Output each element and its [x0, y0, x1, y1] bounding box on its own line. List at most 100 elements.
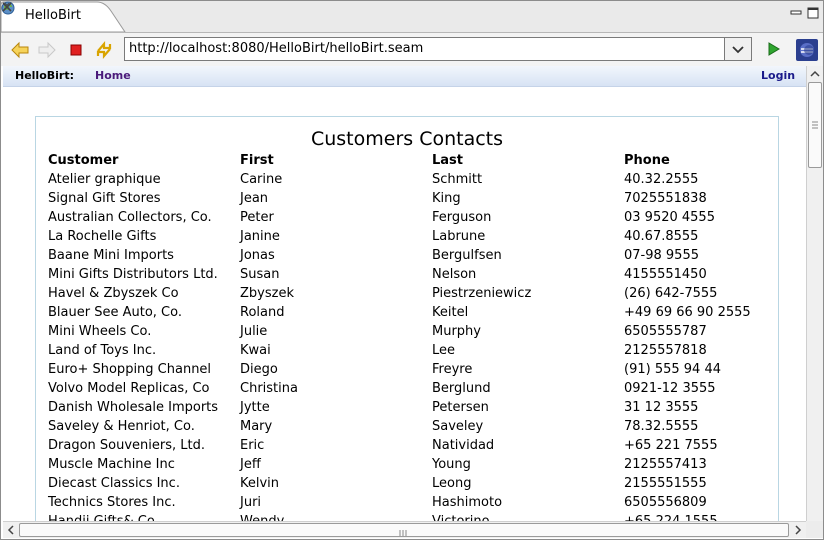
close-icon[interactable]: [1, 1, 13, 13]
scroll-left-icon[interactable]: [4, 523, 18, 537]
table-cell: (91) 555 94 44: [624, 362, 721, 377]
vertical-scroll-thumb[interactable]: [808, 82, 822, 168]
table-cell: Lee: [432, 343, 456, 358]
table-cell: +65 224 1555: [624, 514, 718, 521]
column-header: Last: [432, 153, 464, 168]
tab-hellobirt[interactable]: HelloBirt: [1, 1, 131, 32]
column-header: Phone: [624, 153, 670, 168]
tab-title: HelloBirt: [25, 8, 81, 23]
table-cell: Jean: [240, 191, 269, 206]
back-icon[interactable]: [9, 39, 31, 61]
table-cell: 7025551838: [624, 191, 707, 206]
column-header: Customer: [48, 153, 119, 168]
table-cell: Young: [432, 457, 471, 472]
table-cell: 03 9520 4555: [624, 210, 715, 225]
table-cell: Danish Wholesale Imports: [48, 400, 219, 415]
vertical-scrollbar[interactable]: [806, 66, 823, 521]
table-cell: Schmitt: [432, 172, 483, 187]
table-cell: Technics Stores Inc.: [48, 495, 176, 510]
tab-strip: HelloBirt: [1, 1, 823, 33]
browser-window: HelloBirt http://localhost:8080/HelloBir…: [0, 0, 824, 540]
report-title: Customers Contacts: [310, 128, 504, 150]
table-cell: Baane Mini Imports: [48, 248, 174, 263]
scroll-right-icon[interactable]: [791, 523, 805, 537]
table-cell: +49 69 66 90 2555: [624, 305, 751, 320]
table-cell: Leong: [432, 476, 472, 491]
grip-icon: [812, 121, 818, 129]
table-cell: Diecast Classics Inc.: [48, 476, 180, 491]
table-cell: Ferguson: [432, 210, 492, 225]
refresh-icon[interactable]: [93, 39, 115, 61]
table-cell: Bergulfsen: [432, 248, 502, 263]
table-cell: Mini Gifts Distributors Ltd.: [48, 267, 218, 282]
stop-icon[interactable]: [65, 39, 87, 61]
table-cell: Natividad: [432, 438, 495, 453]
table-cell: 78.32.5555: [624, 419, 699, 434]
table-cell: Signal Gift Stores: [48, 191, 161, 206]
url-dropdown-button[interactable]: [725, 37, 752, 61]
eclipse-icon[interactable]: [796, 39, 818, 61]
table-cell: King: [432, 191, 461, 206]
site-navbar: HelloBirt: Home Login: [3, 66, 806, 87]
table-cell: Roland: [240, 305, 285, 320]
table-cell: Muscle Machine Inc: [48, 457, 175, 472]
table-cell: Saveley & Henriot, Co.: [48, 419, 195, 434]
table-cell: Julie: [240, 324, 268, 339]
column-header: First: [240, 153, 274, 168]
table-cell: 31 12 3555: [624, 400, 699, 415]
table-cell: Blauer See Auto, Co.: [48, 305, 182, 320]
chevron-down-icon: [732, 46, 744, 54]
grip-icon: [399, 530, 407, 536]
table-cell: Murphy: [432, 324, 481, 339]
report-panel: Customers Contacts Customer First Last Phon…: [35, 116, 779, 521]
table-cell: Labrune: [432, 229, 486, 244]
url-text: http://localhost:8080/HelloBirt/helloBir…: [129, 41, 424, 56]
table-cell: Mary: [240, 419, 273, 434]
table-cell: Wendy: [240, 514, 284, 521]
table-cell: Atelier graphique: [48, 172, 161, 187]
table-cell: 40.67.8555: [624, 229, 699, 244]
table-cell: Janine: [240, 229, 280, 244]
table-cell: Jytte: [240, 400, 270, 415]
login-link[interactable]: Login: [761, 69, 795, 82]
table-cell: Freyre: [432, 362, 473, 377]
table-cell: 6505555787: [624, 324, 707, 339]
table-cell: Juri: [240, 495, 262, 510]
table-cell: Susan: [240, 267, 280, 282]
table-cell: Australian Collectors, Co.: [48, 210, 212, 225]
table-cell: Kwai: [240, 343, 271, 358]
scrollbar-corner: [806, 521, 823, 538]
go-icon[interactable]: [764, 41, 782, 57]
table-cell: +65 221 7555: [624, 438, 718, 453]
table-cell: 07-98 9555: [624, 248, 699, 263]
table-cell: Volvo Model Replicas, Co: [48, 381, 210, 396]
table-cell: Mini Wheels Co.: [48, 324, 152, 339]
table-cell: Petersen: [432, 400, 489, 415]
horizontal-scrollbar[interactable]: [3, 521, 806, 538]
table-cell: Victorino: [432, 514, 490, 521]
scroll-up-icon[interactable]: [808, 67, 822, 81]
table-cell: 6505556809: [624, 495, 707, 510]
home-link[interactable]: Home: [95, 69, 131, 82]
table-cell: Hashimoto: [432, 495, 503, 510]
table-cell: 4155551450: [624, 267, 707, 282]
table-cell: Nelson: [432, 267, 477, 282]
table-cell: 2155551555: [624, 476, 707, 491]
maximize-icon[interactable]: [807, 7, 819, 19]
horizontal-scroll-thumb[interactable]: [19, 523, 789, 537]
table-cell: 2125557818: [624, 343, 707, 358]
table-cell: Handji Gifts& Co: [48, 514, 155, 521]
table-cell: (26) 642-7555: [624, 286, 718, 301]
table-cell: 2125557413: [624, 457, 707, 472]
table-cell: Dragon Souveniers, Ltd.: [48, 438, 205, 453]
table-cell: La Rochelle Gifts: [48, 229, 157, 244]
table-cell: Diego: [240, 362, 278, 377]
table-cell: Saveley: [432, 419, 484, 434]
forward-icon[interactable]: [36, 39, 58, 61]
table-cell: Christina: [240, 381, 298, 396]
minimize-icon[interactable]: [790, 7, 802, 19]
table-cell: Kelvin: [240, 476, 280, 491]
table-cell: Berglund: [432, 381, 491, 396]
table-cell: 0921-12 3555: [624, 381, 716, 396]
url-input[interactable]: http://localhost:8080/HelloBirt/helloBir…: [124, 37, 725, 61]
